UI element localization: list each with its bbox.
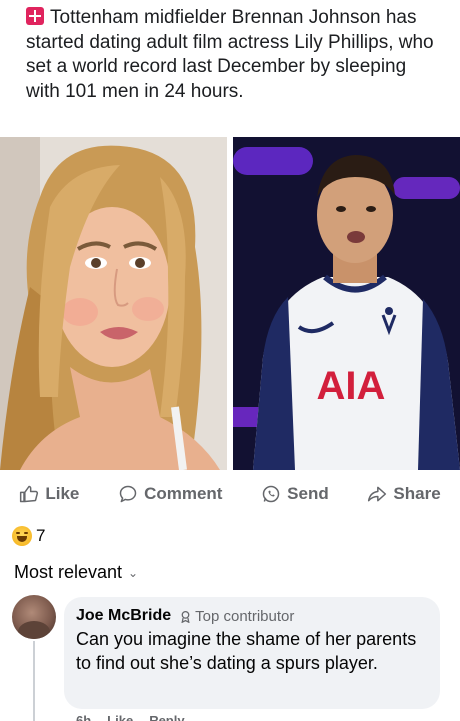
photo-player[interactable]: AIA <box>233 137 460 470</box>
comment-like-button[interactable]: Like <box>107 713 133 721</box>
reaction-count: 7 <box>36 526 46 545</box>
comment-author[interactable]: Joe McBride <box>76 607 171 625</box>
comment-time: 6h <box>76 713 92 721</box>
comment-bubble[interactable]: Joe McBride Top contributor Can you imag… <box>64 597 440 709</box>
comment-icon <box>119 485 137 503</box>
badge-icon <box>181 610 190 623</box>
send-button[interactable]: Send <box>261 484 329 504</box>
like-button[interactable]: Like <box>19 484 79 504</box>
like-label: Like <box>45 484 80 503</box>
share-label: Share <box>393 484 441 503</box>
whatsapp-icon <box>262 485 280 503</box>
post-caption: Tottenham midfielder Brennan Johnson has… <box>26 6 436 104</box>
red-cross-badge-icon <box>26 7 44 25</box>
sort-label: Most relevant <box>14 562 123 582</box>
comment-text: Can you imagine the shame of her parents… <box>76 629 417 673</box>
chevron-down-icon: ⌄ <box>128 565 139 580</box>
share-arrow-icon <box>368 486 387 502</box>
top-contributor-badge: Top contributor <box>179 608 294 625</box>
photo-woman-illustration <box>0 137 227 470</box>
comment-label: Comment <box>144 484 223 503</box>
comment-meta: 6h Like Reply <box>76 713 185 721</box>
comment-reply-button[interactable]: Reply <box>149 713 184 721</box>
avatar[interactable] <box>12 595 56 639</box>
sponsor-text: AIA <box>317 364 386 408</box>
post-action-bar: Like Comment Send Share <box>0 476 460 512</box>
thread-line <box>33 641 35 721</box>
post-photos[interactable]: AIA <box>0 137 460 470</box>
comment-sort-dropdown[interactable]: Most relevant ⌄ <box>14 562 138 583</box>
top-contributor-label: Top contributor <box>195 607 295 625</box>
photo-woman[interactable] <box>0 137 227 470</box>
photo-player-illustration: AIA <box>233 137 460 470</box>
share-button[interactable]: Share <box>367 484 441 504</box>
post-text: Tottenham midfielder Brennan Johnson has… <box>26 7 434 102</box>
thumbs-up-icon <box>20 485 39 503</box>
comment-button[interactable]: Comment <box>118 484 222 504</box>
reaction-summary[interactable]: 7 <box>12 526 45 546</box>
send-label: Send <box>287 484 329 503</box>
grinning-face-icon <box>12 526 32 546</box>
